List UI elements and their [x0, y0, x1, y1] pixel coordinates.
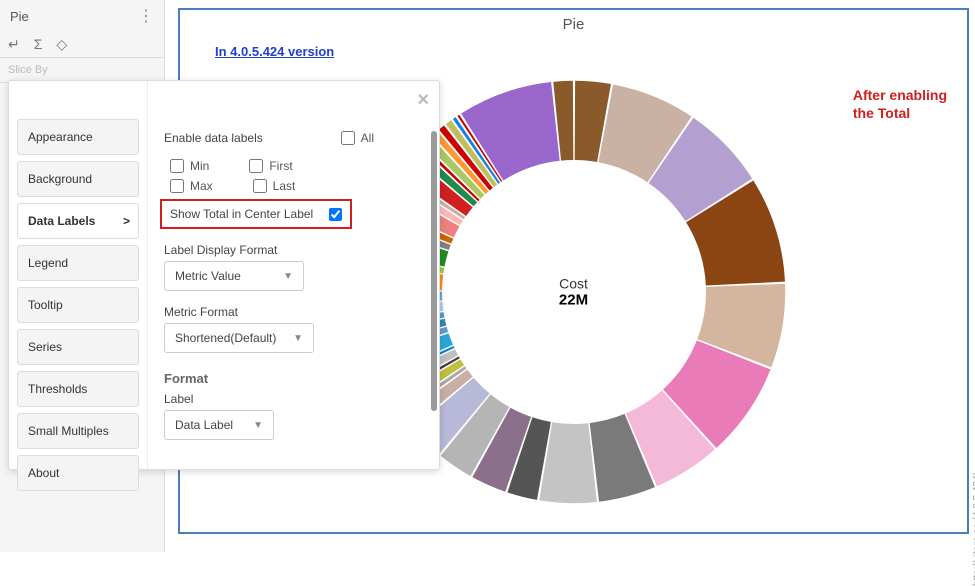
all-label: All	[361, 131, 374, 145]
caret-icon: ▼	[253, 420, 263, 431]
show-total-label: Show Total in Center Label	[170, 207, 313, 221]
show-total-checkbox[interactable]	[329, 208, 342, 221]
panel-title: Pie	[10, 9, 29, 24]
last-label: Last	[273, 179, 296, 193]
center-label: Cost 22M	[559, 275, 588, 308]
tab-background[interactable]: Background	[17, 161, 139, 197]
scrollbar-handle[interactable]	[431, 131, 437, 411]
metric-format-value: Shortened(Default)	[175, 331, 276, 345]
label-display-format-select[interactable]: Metric Value ▼	[164, 261, 304, 291]
annotation-text: After enabling the Total	[853, 86, 947, 122]
chart-title: Pie	[180, 10, 967, 39]
first-label: First	[269, 159, 292, 173]
enable-data-labels-label: Enable data labels	[164, 131, 263, 145]
eraser-icon[interactable]: ◇	[56, 36, 67, 53]
min-label: Min	[190, 159, 209, 173]
all-checkbox[interactable]	[341, 131, 355, 145]
last-checkbox[interactable]	[253, 179, 267, 193]
settings-dialog: × Appearance Background Data Labels Lege…	[8, 80, 440, 470]
tab-data-labels[interactable]: Data Labels	[17, 203, 139, 239]
tab-legend[interactable]: Legend	[17, 245, 139, 281]
max-label: Max	[190, 179, 213, 193]
undo-icon[interactable]: ↵	[8, 36, 20, 53]
data-label-select[interactable]: Data Label ▼	[164, 410, 274, 440]
tab-thresholds[interactable]: Thresholds	[17, 371, 139, 407]
caret-icon: ▼	[293, 333, 303, 344]
tab-appearance[interactable]: Appearance	[17, 119, 139, 155]
center-metric: Cost	[559, 275, 588, 291]
show-total-row: Show Total in Center Label	[160, 199, 352, 229]
panel-menu-icon[interactable]: ⋮	[138, 6, 154, 26]
first-checkbox[interactable]	[249, 159, 263, 173]
format-header: Format	[164, 371, 423, 386]
caret-icon: ▼	[283, 271, 293, 282]
metric-format-select[interactable]: Shortened(Default) ▼	[164, 323, 314, 353]
label-display-format-label: Label Display Format	[164, 243, 423, 257]
tab-series[interactable]: Series	[17, 329, 139, 365]
tab-tooltip[interactable]: Tooltip	[17, 287, 139, 323]
min-checkbox[interactable]	[170, 159, 184, 173]
label-display-format-value: Metric Value	[175, 269, 241, 283]
metric-format-label: Metric Format	[164, 305, 423, 319]
label-label: Label	[164, 392, 423, 406]
max-checkbox[interactable]	[170, 179, 184, 193]
data-label-value: Data Label	[175, 418, 233, 432]
center-value: 22M	[559, 291, 588, 308]
sigma-icon[interactable]: Σ	[34, 36, 43, 53]
tab-about[interactable]: About	[17, 455, 139, 491]
version-note-link[interactable]: In 4.0.5.424 version	[215, 44, 334, 59]
donut-slice[interactable]	[461, 82, 560, 180]
tab-small-multiples[interactable]: Small Multiples	[17, 413, 139, 449]
